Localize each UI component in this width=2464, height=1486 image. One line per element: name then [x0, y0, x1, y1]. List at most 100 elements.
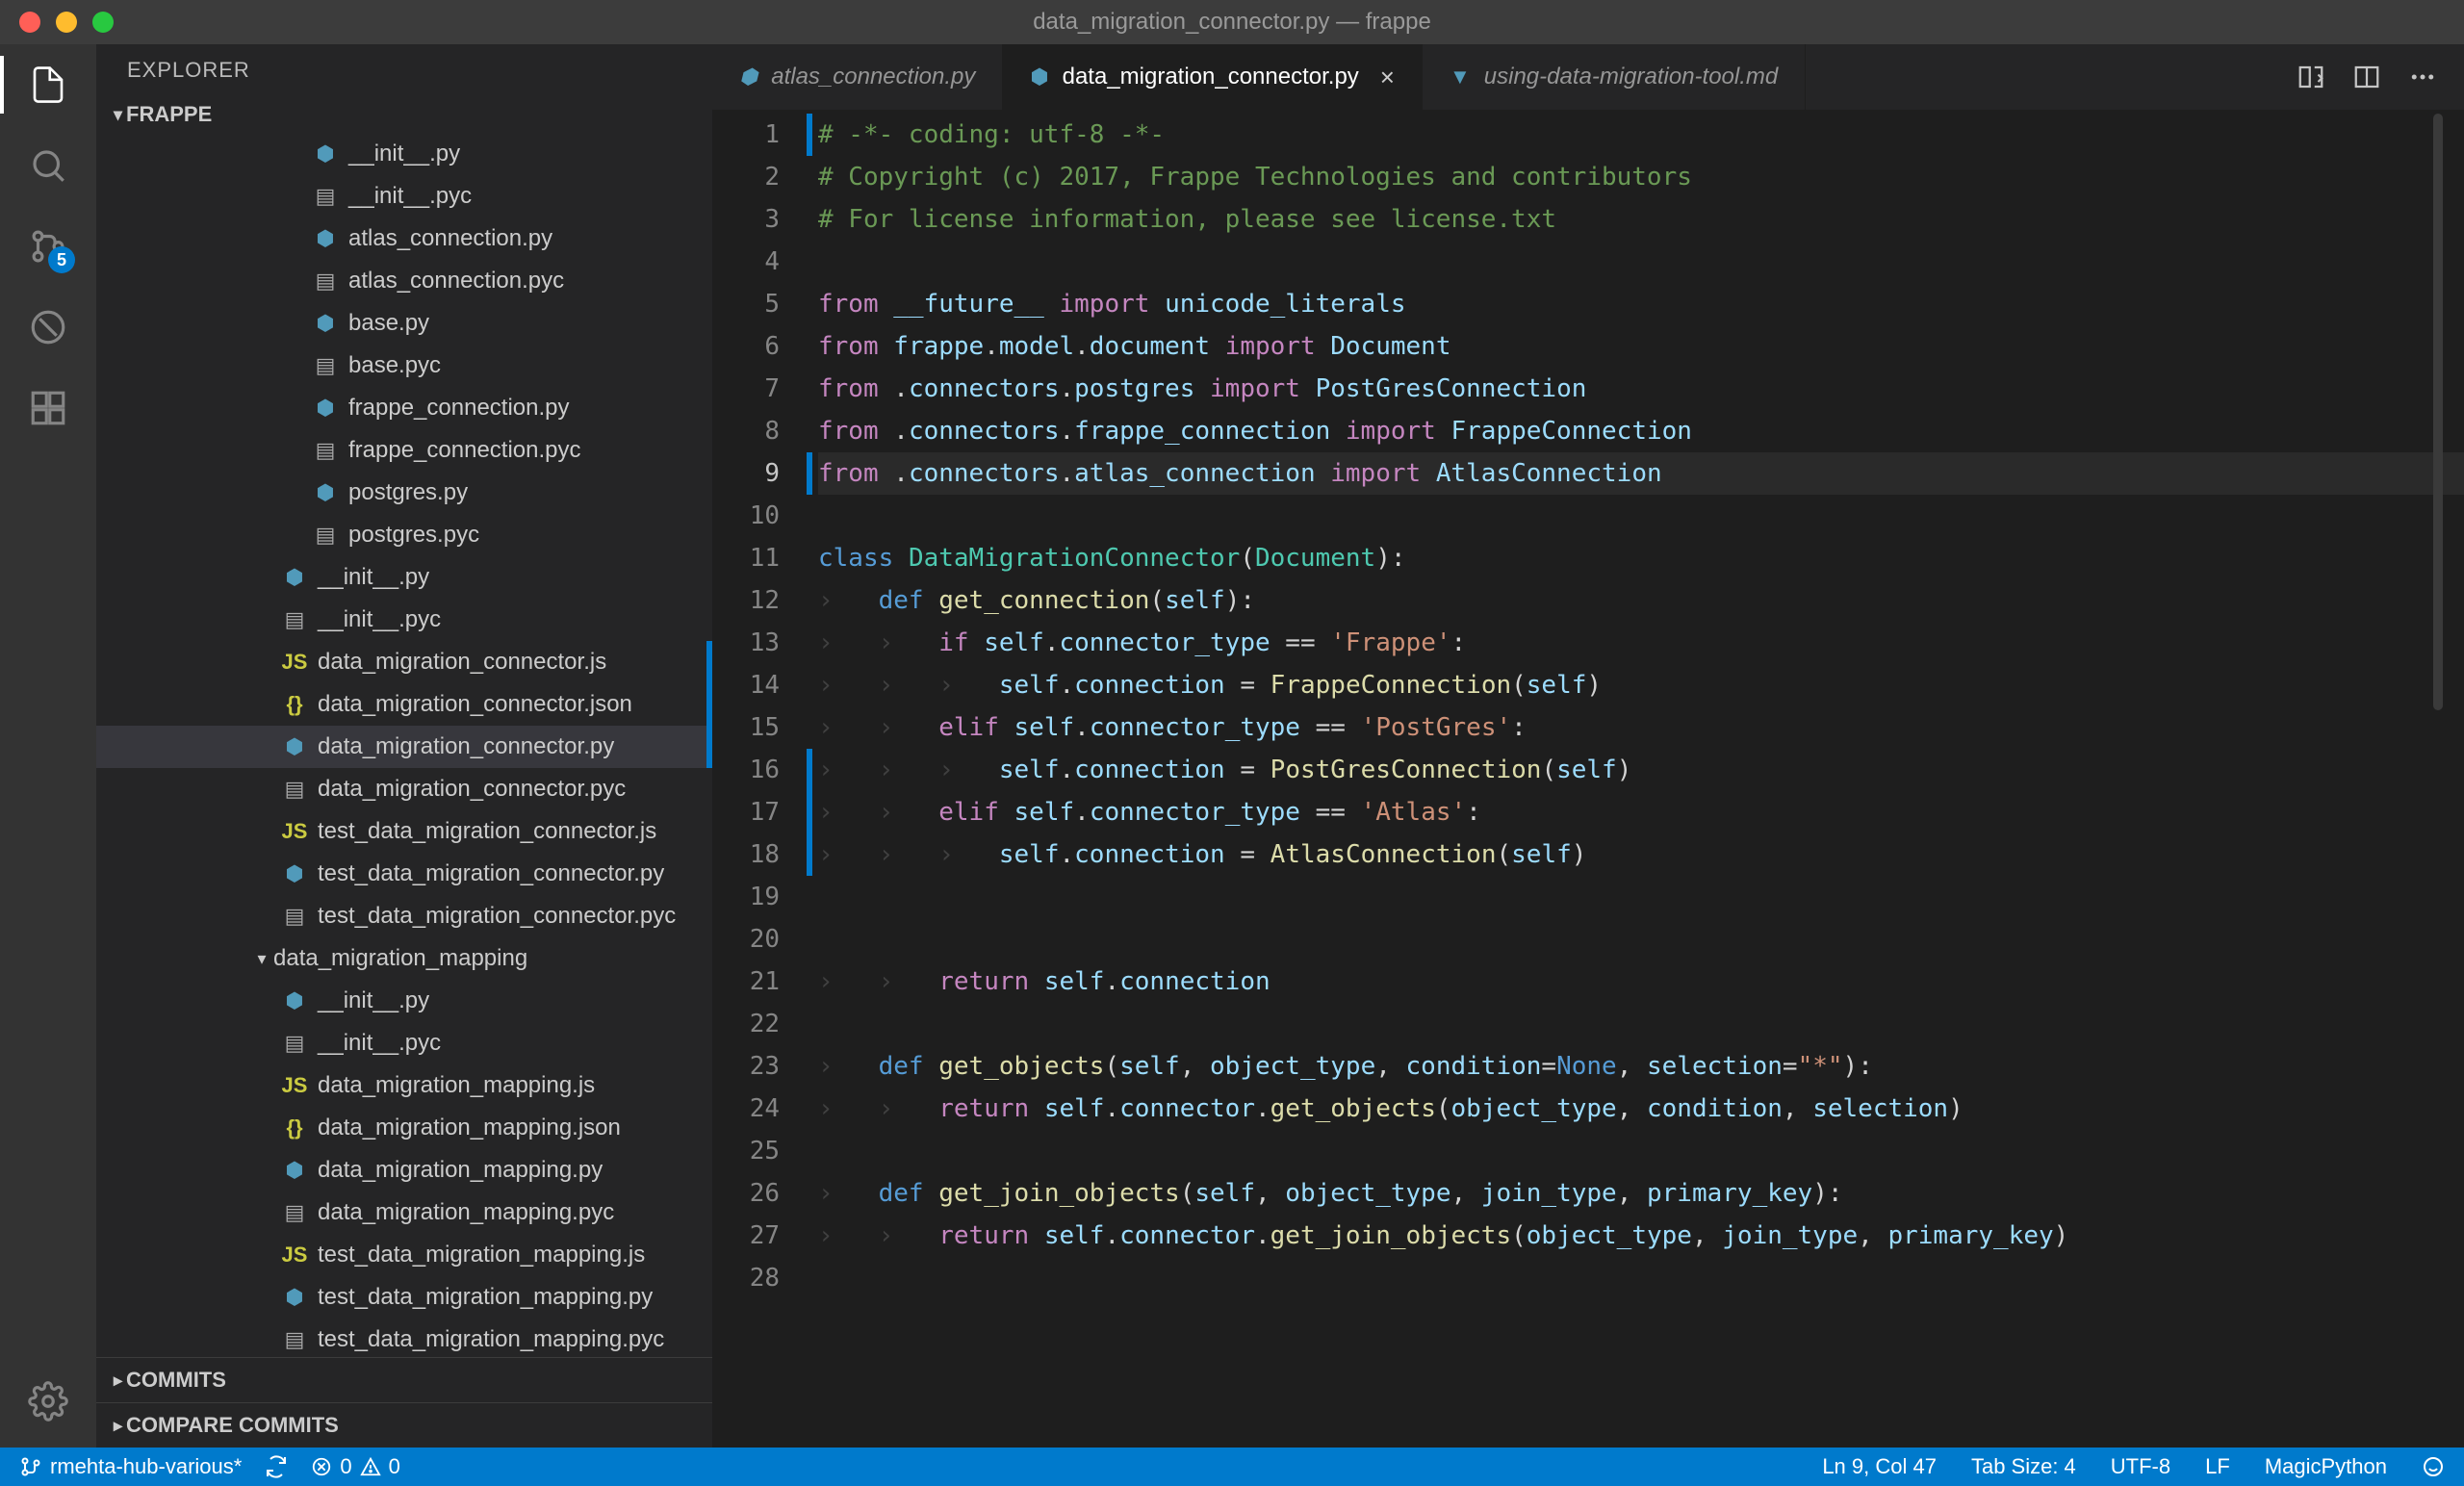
debug-activity-icon[interactable] — [25, 304, 71, 350]
file-item[interactable]: ▤test_data_migration_connector.pyc — [96, 895, 712, 937]
file-item[interactable]: {}data_migration_mapping.json — [96, 1107, 712, 1149]
file-item[interactable]: JSdata_migration_mapping.js — [96, 1064, 712, 1107]
file-item[interactable]: ⬢__init__.py — [96, 133, 712, 175]
fullscreen-window-button[interactable] — [92, 12, 114, 33]
more-actions-icon[interactable] — [2408, 63, 2437, 91]
code-line[interactable]: class DataMigrationConnector(Document): — [818, 537, 2464, 579]
code-line[interactable]: from __future__ import unicode_literals — [818, 283, 2464, 325]
file-item[interactable]: ▤__init__.pyc — [96, 1022, 712, 1064]
code-line[interactable] — [818, 876, 2464, 918]
file-item[interactable]: ▤test_data_migration_mapping.pyc — [96, 1319, 712, 1357]
code-content[interactable]: # -*- coding: utf-8 -*-# Copyright (c) 2… — [808, 110, 2464, 1448]
file-item[interactable]: ▤__init__.pyc — [96, 175, 712, 218]
code-line[interactable] — [818, 1003, 2464, 1045]
tab[interactable]: ⬢data_migration_connector.py× — [1003, 44, 1423, 110]
window-title: data_migration_connector.py — frappe — [1033, 9, 1431, 36]
file-item[interactable]: ▤base.pyc — [96, 345, 712, 387]
code-line[interactable] — [818, 1257, 2464, 1299]
code-line[interactable]: # Copyright (c) 2017, Frappe Technologie… — [818, 156, 2464, 198]
file-item[interactable]: ⬢data_migration_mapping.py — [96, 1149, 712, 1191]
code-line[interactable]: from .connectors.frappe_connection impor… — [818, 410, 2464, 452]
code-line[interactable]: › › › self.connection = FrappeConnection… — [818, 664, 2464, 706]
file-item[interactable]: ▤data_migration_mapping.pyc — [96, 1191, 712, 1234]
tab[interactable]: ⬢atlas_connection.py — [712, 44, 1003, 110]
file-item[interactable]: JStest_data_migration_connector.js — [96, 810, 712, 853]
file-item[interactable]: ▤__init__.pyc — [96, 599, 712, 641]
code-area[interactable]: 1234567891011121314151617181920212223242… — [712, 110, 2464, 1448]
code-line[interactable]: › › › self.connection = AtlasConnection(… — [818, 833, 2464, 876]
file-item[interactable]: ⬢frappe_connection.py — [96, 387, 712, 429]
close-window-button[interactable] — [19, 12, 40, 33]
file-item[interactable]: ▤data_migration_connector.pyc — [96, 768, 712, 810]
sidebar-root-folder[interactable]: ▾ FRAPPE — [96, 96, 712, 133]
split-editor-icon[interactable] — [2352, 63, 2381, 91]
code-line[interactable]: › › if self.connector_type == 'Frappe': — [818, 622, 2464, 664]
code-line[interactable]: from frappe.model.document import Docume… — [818, 325, 2464, 368]
code-line[interactable]: › › return self.connection — [818, 961, 2464, 1003]
sb-cursor[interactable]: Ln 9, Col 47 — [1822, 1454, 1937, 1479]
section-label: COMMITS — [126, 1368, 226, 1393]
tab[interactable]: ▼using-data-migration-tool.md — [1423, 44, 1806, 110]
file-name: data_migration_mapping — [273, 945, 527, 972]
code-line[interactable]: › › elif self.connector_type == 'PostGre… — [818, 706, 2464, 749]
settings-activity-icon[interactable] — [25, 1378, 71, 1424]
scm-activity-icon[interactable]: 5 — [25, 223, 71, 269]
file-item[interactable]: ⬢__init__.py — [96, 980, 712, 1022]
file-item[interactable]: ▤atlas_connection.pyc — [96, 260, 712, 302]
file-name: test_data_migration_connector.py — [318, 860, 664, 887]
minimap-scrollbar[interactable] — [2433, 114, 2443, 710]
python-icon: ⬢ — [281, 861, 308, 886]
explorer-activity-icon[interactable] — [25, 62, 71, 108]
file-name: atlas_connection.pyc — [348, 268, 564, 295]
file-item[interactable]: ⬢test_data_migration_mapping.py — [96, 1276, 712, 1319]
code-line[interactable]: › › elif self.connector_type == 'Atlas': — [818, 791, 2464, 833]
code-line[interactable]: › › return self.connector.get_objects(ob… — [818, 1088, 2464, 1130]
sb-lang[interactable]: MagicPython — [2265, 1454, 2387, 1479]
sb-tabsize[interactable]: Tab Size: 4 — [1971, 1454, 2076, 1479]
code-line[interactable]: from .connectors.atlas_connection import… — [818, 452, 2464, 495]
file-item[interactable]: ⬢data_migration_connector.py — [96, 726, 712, 768]
file-item[interactable]: {}data_migration_connector.json — [96, 683, 712, 726]
code-line[interactable] — [818, 1130, 2464, 1172]
file-item[interactable]: JStest_data_migration_mapping.js — [96, 1234, 712, 1276]
code-line[interactable]: # -*- coding: utf-8 -*- — [818, 114, 2464, 156]
search-activity-icon[interactable] — [25, 142, 71, 189]
code-line[interactable]: › def get_connection(self): — [818, 579, 2464, 622]
titlebar: data_migration_connector.py — frappe — [0, 0, 2464, 44]
code-line[interactable] — [818, 495, 2464, 537]
code-line[interactable]: › def get_objects(self, object_type, con… — [818, 1045, 2464, 1088]
code-line[interactable]: › def get_join_objects(self, object_type… — [818, 1172, 2464, 1215]
sb-problems[interactable]: 0 0 — [311, 1454, 400, 1479]
code-line[interactable] — [818, 241, 2464, 283]
sb-encoding[interactable]: UTF-8 — [2111, 1454, 2170, 1479]
sidebar-section-compare-commits[interactable]: ▸ COMPARE COMMITS — [96, 1402, 712, 1448]
file-item[interactable]: JSdata_migration_connector.js — [96, 641, 712, 683]
sidebar-section-commits[interactable]: ▸ COMMITS — [96, 1357, 712, 1402]
code-line[interactable]: › › return self.connector.get_join_objec… — [818, 1215, 2464, 1257]
sb-branch[interactable]: rmehta-hub-various* — [19, 1454, 242, 1479]
folder-item[interactable]: ▾data_migration_mapping — [96, 937, 712, 980]
json-icon: {} — [281, 692, 308, 717]
file-item[interactable]: ⬢ test_data_migration_connector.py — [96, 853, 712, 895]
file-item[interactable]: ⬢base.py — [96, 302, 712, 345]
file-item[interactable]: ▤frappe_connection.pyc — [96, 429, 712, 472]
sidebar: EXPLORER ▾ FRAPPE ⬢__init__.py▤__init__.… — [96, 44, 712, 1448]
close-tab-icon[interactable]: × — [1380, 63, 1395, 92]
code-line[interactable]: # For license information, please see li… — [818, 198, 2464, 241]
compare-changes-icon[interactable] — [2297, 63, 2325, 91]
sb-feedback-icon[interactable] — [2422, 1454, 2445, 1479]
sb-eol[interactable]: LF — [2205, 1454, 2230, 1479]
file-item[interactable]: ⬢postgres.py — [96, 472, 712, 514]
minimize-window-button[interactable] — [56, 12, 77, 33]
code-line[interactable]: › › › self.connection = PostGresConnecti… — [818, 749, 2464, 791]
extensions-activity-icon[interactable] — [25, 385, 71, 431]
file-item[interactable]: ⬢atlas_connection.py — [96, 218, 712, 260]
tabs-actions — [2297, 44, 2464, 110]
file-item[interactable]: ▤postgres.pyc — [96, 514, 712, 556]
chevron-down-icon: ▾ — [250, 949, 273, 969]
binary-icon: ▤ — [281, 1031, 308, 1056]
sb-sync[interactable] — [265, 1455, 288, 1478]
code-line[interactable]: from .connectors.postgres import PostGre… — [818, 368, 2464, 410]
file-item[interactable]: ⬢__init__.py — [96, 556, 712, 599]
code-line[interactable] — [818, 918, 2464, 961]
